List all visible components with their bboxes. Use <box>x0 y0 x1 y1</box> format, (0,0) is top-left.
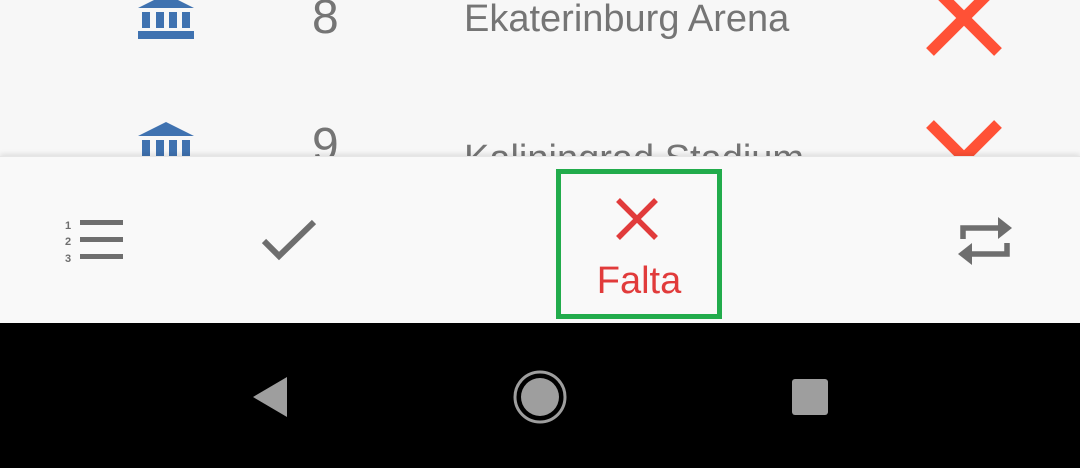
nav-list-button[interactable]: 1 2 3 <box>0 157 190 324</box>
stadium-icon <box>138 0 194 39</box>
svg-text:1: 1 <box>65 220 71 232</box>
stadium-name: Ekaterinburg Arena <box>464 0 790 40</box>
svg-text:3: 3 <box>65 253 71 265</box>
stadium-number: 9 <box>312 119 339 157</box>
close-icon[interactable] <box>924 0 1004 58</box>
system-navigation-bar <box>0 323 1080 468</box>
swap-icon <box>958 217 1012 265</box>
close-icon[interactable] <box>924 118 1004 156</box>
stadium-icon <box>138 122 194 156</box>
stadium-name: Kaliningrad Stadium <box>464 140 804 156</box>
numbered-list-icon: 1 2 3 <box>65 220 123 265</box>
recents-icon[interactable] <box>790 377 830 417</box>
nav-swap-button[interactable] <box>900 157 1080 324</box>
nav-collected-button[interactable] <box>190 157 390 324</box>
list-item[interactable]: 9 Kaliningrad Stadium <box>0 84 1080 156</box>
back-icon[interactable] <box>250 375 290 419</box>
stadium-number: 8 <box>312 0 339 44</box>
stadium-list: 8 Ekaterinburg Arena 9 Kaliningrad Stadi… <box>0 0 1080 156</box>
check-icon <box>261 219 317 261</box>
home-icon[interactable] <box>512 369 568 425</box>
selection-highlight <box>556 169 722 319</box>
bottom-navigation: 1 2 3 Falta <box>0 156 1080 324</box>
svg-text:2: 2 <box>65 236 71 248</box>
app-screen: 8 Ekaterinburg Arena 9 Kaliningrad Stadi… <box>0 0 1080 468</box>
list-item[interactable]: 8 Ekaterinburg Arena <box>0 0 1080 84</box>
